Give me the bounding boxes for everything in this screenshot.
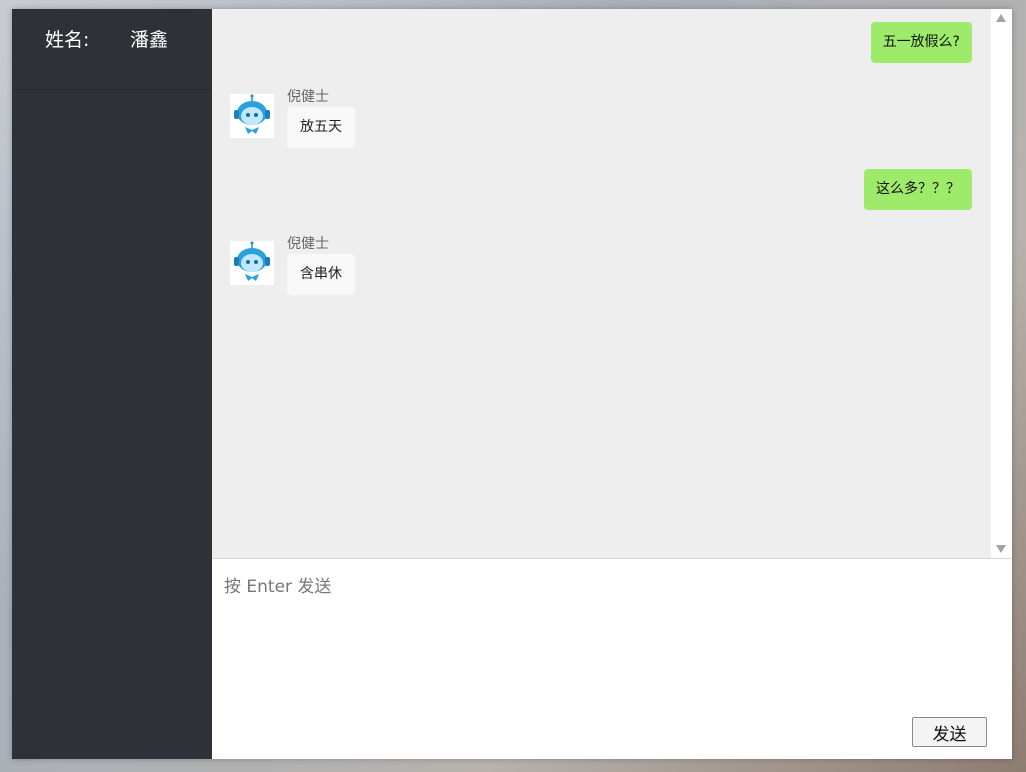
send-button[interactable]: 发送 xyxy=(912,717,987,747)
robot-avatar-icon[interactable] xyxy=(230,94,274,138)
name-value: 潘鑫 xyxy=(130,29,169,51)
sent-message-bubble: 这么多？？？ xyxy=(864,169,972,210)
sender-name: 倪健士 xyxy=(287,236,329,252)
scroll-down-arrow-icon[interactable] xyxy=(996,545,1006,553)
scroll-up-arrow-icon[interactable] xyxy=(996,14,1006,22)
sent-message-bubble: 五一放假么? xyxy=(870,22,972,63)
message-input[interactable] xyxy=(212,559,1012,699)
message-panel: 五一放假么? 倪健士 放五天 这么多？？？ 倪健士 含串休 xyxy=(212,9,1012,559)
chat-window: 姓名: 潘鑫 五一放假么? 倪健士 放五天 这么多？？？ 倪健士 含串休 按 E… xyxy=(12,9,1012,759)
robot-avatar-icon[interactable] xyxy=(230,241,274,285)
sidebar: 姓名: 潘鑫 xyxy=(12,9,212,759)
message-list[interactable]: 五一放假么? 倪健士 放五天 这么多？？？ 倪健士 含串休 xyxy=(212,9,991,558)
received-message-bubble: 放五天 xyxy=(287,107,355,148)
vertical-scrollbar[interactable] xyxy=(991,9,1012,558)
chat-main: 五一放假么? 倪健士 放五天 这么多？？？ 倪健士 含串休 按 Enter 发送… xyxy=(212,9,1012,759)
user-info: 姓名: 潘鑫 xyxy=(12,9,212,90)
name-label: 姓名: xyxy=(45,29,90,51)
received-message-bubble: 含串休 xyxy=(287,254,355,295)
sender-name: 倪健士 xyxy=(287,89,329,105)
message-composer: 发送 xyxy=(212,559,1012,759)
